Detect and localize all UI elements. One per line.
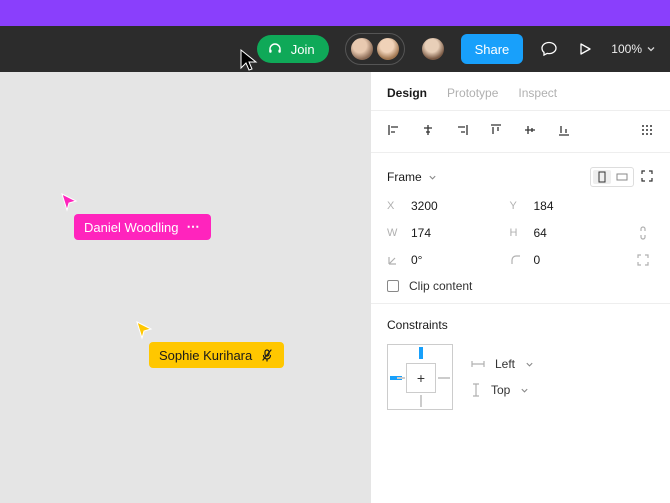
canvas[interactable]: Daniel Woodling ⋯ Sophie Kurihara — [0, 72, 370, 503]
pointer-icon — [60, 192, 80, 212]
collaborator-cursor: Daniel Woodling ⋯ — [60, 192, 211, 240]
avatar[interactable] — [350, 37, 374, 61]
angle-icon — [387, 254, 401, 266]
comment-icon[interactable] — [539, 39, 559, 59]
align-right-icon[interactable] — [455, 123, 469, 140]
y-field[interactable]: Y184 — [510, 199, 633, 213]
chevron-down-icon — [525, 360, 534, 369]
inspector-panel: Design Prototype Inspect — [370, 72, 670, 503]
align-top-icon[interactable] — [489, 123, 503, 140]
tidy-up-icon[interactable] — [640, 123, 654, 140]
constraint-vertical-dropdown[interactable]: Top — [471, 383, 534, 397]
width-field[interactable]: W174 — [387, 226, 510, 240]
constraints-section: Constraints + — [371, 304, 670, 420]
tab-prototype[interactable]: Prototype — [447, 86, 498, 100]
orientation-toggle[interactable] — [590, 167, 634, 187]
constraint-horizontal-dropdown[interactable]: Left — [471, 357, 534, 371]
x-field[interactable]: X3200 — [387, 199, 510, 213]
height-field[interactable]: H64 — [510, 226, 633, 240]
content-area: Daniel Woodling ⋯ Sophie Kurihara — [0, 72, 670, 503]
align-vcenter-icon[interactable] — [523, 123, 537, 140]
share-button[interactable]: Share — [461, 34, 524, 64]
pointer-icon — [135, 320, 155, 340]
collaborator-cursor: Sophie Kurihara — [135, 320, 284, 368]
independent-corners-icon[interactable] — [632, 253, 654, 267]
avatar[interactable] — [376, 37, 400, 61]
tab-inspect[interactable]: Inspect — [518, 86, 557, 100]
corner-radius-field[interactable]: 0 — [510, 253, 633, 267]
tab-design[interactable]: Design — [387, 86, 427, 100]
zoom-value: 100% — [611, 42, 642, 56]
frame-title-dropdown[interactable]: Frame — [387, 170, 437, 184]
align-hcenter-icon[interactable] — [421, 123, 435, 140]
align-left-icon[interactable] — [387, 123, 401, 140]
zoom-select[interactable]: 100% — [611, 42, 656, 56]
toolbar: Join Share 100% — [0, 26, 670, 72]
avatar-current-user[interactable] — [421, 37, 445, 61]
headset-icon — [267, 41, 283, 57]
app-window: Join Share 100% — [0, 26, 670, 503]
portrait-icon — [593, 170, 611, 184]
chevron-down-icon — [646, 44, 656, 54]
clip-content-checkbox[interactable]: Clip content — [387, 279, 654, 293]
avatar-group[interactable] — [345, 33, 405, 65]
horizontal-icon — [471, 359, 485, 369]
landscape-icon — [613, 170, 631, 184]
constraints-title: Constraints — [387, 318, 654, 332]
plus-icon: + — [417, 371, 425, 385]
alignment-toolbar — [371, 111, 670, 153]
join-button[interactable]: Join — [257, 35, 329, 63]
rotation-field[interactable]: 0° — [387, 253, 510, 267]
align-bottom-icon[interactable] — [557, 123, 571, 140]
chevron-down-icon — [428, 173, 437, 182]
collaborator-label[interactable]: Sophie Kurihara — [149, 342, 284, 368]
collaborator-label[interactable]: Daniel Woodling ⋯ — [74, 214, 211, 240]
panel-tabs: Design Prototype Inspect — [371, 72, 670, 111]
collaborator-name: Sophie Kurihara — [159, 348, 252, 363]
join-label: Join — [291, 42, 315, 57]
constrain-proportions-icon[interactable] — [632, 225, 654, 241]
resize-to-fit-icon[interactable] — [640, 169, 654, 186]
chevron-down-icon — [520, 386, 529, 395]
more-icon: ⋯ — [186, 219, 201, 235]
corner-radius-icon — [510, 254, 524, 266]
vertical-icon — [471, 383, 481, 397]
play-icon[interactable] — [575, 39, 595, 59]
constraints-picker[interactable]: + — [387, 344, 453, 410]
mic-muted-icon — [260, 348, 274, 362]
collaborator-name: Daniel Woodling — [84, 220, 178, 235]
frame-section: Frame X3200 Y184 — [371, 153, 670, 304]
checkbox-icon — [387, 280, 399, 292]
